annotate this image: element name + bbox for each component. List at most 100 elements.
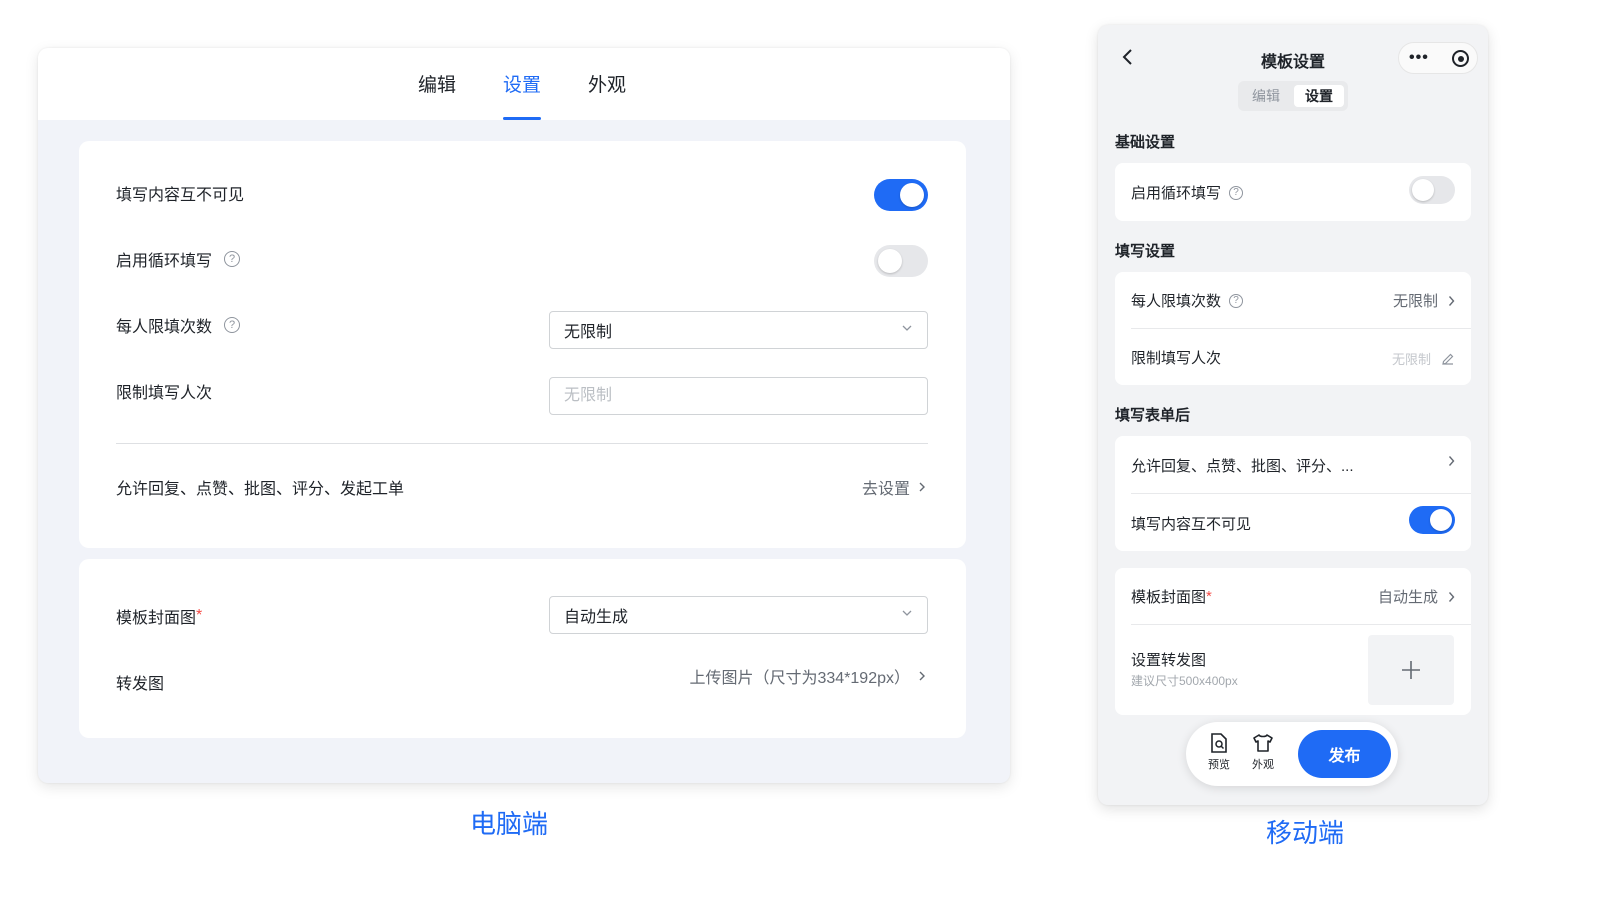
chevron-right-icon: [1448, 456, 1455, 466]
plus-icon: [1402, 661, 1420, 679]
preview-icon: [1211, 733, 1227, 753]
cover-card: 模板封面图 * 自动生成 设置转发图 建议尺寸500x400px: [1115, 568, 1471, 715]
appearance-button[interactable]: 外观: [1246, 732, 1280, 772]
chevron-right-icon: [1448, 591, 1455, 602]
chevron-down-icon: [902, 325, 912, 331]
chevron-right-icon: [1448, 295, 1455, 306]
per-person-row: 每人限填次数 ?: [1131, 290, 1244, 311]
appearance-label: 外观: [1252, 759, 1274, 771]
loop-fill-toggle[interactable]: [1409, 176, 1455, 204]
limit-total-label: 限制填写人次: [116, 385, 213, 402]
per-person-value-text: 无限制: [1392, 293, 1438, 310]
hide-content-label: 填写内容互不可见: [1131, 516, 1252, 533]
interactions-label: 允许回复、点赞、批图、评分、发起工单: [116, 481, 405, 498]
share-image-upload-link[interactable]: 上传图片（尺寸为334*192px）: [689, 664, 926, 688]
toggle-knob: [1412, 179, 1434, 201]
preview-button[interactable]: 预览: [1202, 732, 1236, 772]
per-person-label: 每人限填次数: [116, 319, 213, 336]
hide-content-row: 填写内容互不可见: [116, 181, 244, 205]
interactions-label: 允许回复、点赞、批图、评分、...: [1131, 458, 1354, 475]
section-after-title: 填写表单后: [1115, 407, 1191, 424]
upload-hint: 上传图片（尺寸为334*192px）: [689, 670, 910, 687]
share-image-row: 设置转发图: [1131, 649, 1206, 670]
tab-edit[interactable]: 编辑: [1241, 85, 1291, 107]
loop-fill-row: 启用循环填写 ?: [1131, 182, 1244, 203]
loop-fill-toggle[interactable]: [874, 245, 928, 277]
help-icon[interactable]: ?: [224, 251, 241, 267]
limit-total-input[interactable]: [549, 377, 928, 415]
fill-card: 每人限填次数 ? 无限制 限制填写人次 无限制: [1115, 272, 1471, 385]
cover-card: 模板封面图 * 自动生成 转发图 上传图片（尺寸为334*192px）: [79, 559, 966, 738]
cover-value: 自动生成: [564, 609, 629, 626]
per-person-label: 每人限填次数: [1131, 293, 1222, 310]
per-person-value: 无限制: [564, 324, 613, 341]
basic-card: 启用循环填写 ?: [1115, 163, 1471, 221]
preview-label: 预览: [1208, 759, 1230, 771]
interactions-arrow[interactable]: [1448, 455, 1455, 467]
loop-fill-label: 启用循环填写: [1131, 185, 1222, 202]
required-mark: *: [196, 607, 203, 624]
tab-appearance[interactable]: 外观: [588, 70, 626, 97]
limit-total-placeholder: 无限制: [1391, 352, 1431, 367]
hide-content-toggle[interactable]: [1409, 506, 1455, 534]
tab-bar: 编辑 设置 外观: [38, 48, 1010, 120]
section-basic-title: 基础设置: [1115, 134, 1176, 151]
help-icon[interactable]: ?: [224, 317, 241, 333]
help-icon[interactable]: ?: [1229, 185, 1244, 200]
more-icon[interactable]: •••: [1409, 50, 1429, 66]
toggle-knob: [900, 183, 924, 207]
per-person-select[interactable]: 无限制: [549, 311, 928, 349]
share-image-row: 转发图: [116, 670, 164, 694]
required-mark: *: [1206, 588, 1212, 605]
divider: [1131, 328, 1471, 329]
hide-content-toggle[interactable]: [874, 179, 928, 211]
active-tab-indicator: [503, 117, 541, 120]
divider: [1131, 624, 1471, 625]
limit-total-label: 限制填写人次: [1131, 350, 1222, 367]
per-person-value[interactable]: 无限制: [1393, 290, 1455, 311]
per-person-row: 每人限填次数 ?: [116, 313, 241, 337]
cover-value[interactable]: 自动生成: [1378, 586, 1455, 607]
tab-edit[interactable]: 编辑: [418, 70, 456, 97]
hide-content-label: 填写内容互不可见: [116, 187, 245, 204]
limit-total-row: 限制填写人次: [116, 379, 212, 403]
cover-row: 模板封面图 *: [1131, 586, 1212, 607]
share-image-label: 设置转发图: [1131, 652, 1207, 669]
mobile-tab-bar: 编辑 设置: [1238, 81, 1348, 111]
cover-row: 模板封面图 *: [116, 604, 202, 628]
limit-total-input[interactable]: 无限制: [1392, 349, 1455, 368]
interactions-row[interactable]: 允许回复、点赞、批图、评分、...: [1131, 455, 1354, 476]
cover-select[interactable]: 自动生成: [549, 596, 928, 634]
bottom-action-bar: 预览 外观 发布: [1186, 722, 1398, 786]
chevron-right-icon: [919, 671, 925, 681]
chevron-right-icon: [919, 482, 925, 492]
interactions-setup-link[interactable]: 去设置: [862, 475, 926, 499]
setup-link-text: 去设置: [861, 481, 910, 498]
cover-label: 模板封面图: [1131, 589, 1207, 606]
shirt-icon: [1253, 734, 1273, 752]
mobile-caption: 移动端: [1266, 818, 1345, 848]
tab-settings[interactable]: 设置: [503, 70, 541, 97]
loop-fill-row: 启用循环填写 ?: [116, 247, 241, 271]
toggle-knob: [1430, 509, 1452, 531]
loop-fill-label: 启用循环填写: [116, 253, 213, 270]
mini-program-capsule: •••: [1398, 42, 1478, 74]
publish-button[interactable]: 发布: [1298, 730, 1391, 778]
cover-label: 模板封面图: [116, 610, 197, 627]
mobile-panel: 模板设置 ••• 编辑 设置 基础设置 启用循环填写 ? 填写设置 每人限填次数…: [1098, 25, 1488, 805]
cover-value-text: 自动生成: [1377, 589, 1438, 606]
target-icon[interactable]: [1452, 50, 1469, 67]
section-fill-title: 填写设置: [1115, 243, 1176, 260]
chevron-down-icon: [902, 610, 912, 616]
hide-content-row: 填写内容互不可见: [1131, 513, 1251, 534]
desktop-panel: 编辑 设置 外观 填写内容互不可见 启用循环填写 ? 每人限填次数 ? 无限制 …: [38, 48, 1010, 783]
tab-settings[interactable]: 设置: [1294, 85, 1344, 107]
divider: [116, 443, 928, 444]
limit-total-row: 限制填写人次: [1131, 347, 1221, 368]
interactions-row: 允许回复、点赞、批图、评分、发起工单: [116, 475, 404, 499]
share-image-label: 转发图: [116, 676, 165, 693]
divider: [1131, 493, 1471, 494]
upload-share-image-button[interactable]: [1368, 635, 1454, 705]
toggle-knob: [878, 249, 902, 273]
help-icon[interactable]: ?: [1229, 293, 1244, 308]
